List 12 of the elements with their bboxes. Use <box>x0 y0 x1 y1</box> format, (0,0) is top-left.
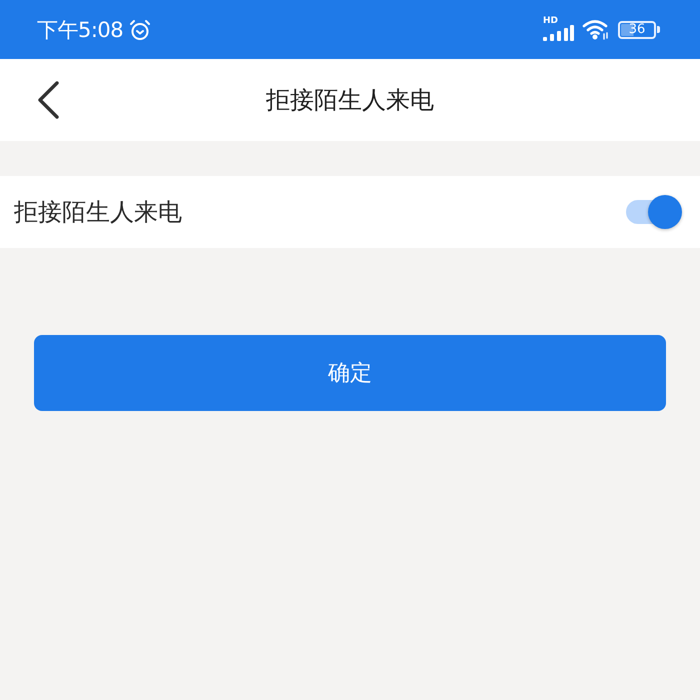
confirm-button[interactable]: 确定 <box>34 335 666 411</box>
network-type-label: HD <box>543 16 558 26</box>
setting-label: 拒接陌生人来电 <box>14 197 182 228</box>
back-button[interactable] <box>36 81 60 119</box>
wifi-icon <box>582 19 610 40</box>
toggle-switch[interactable] <box>626 195 682 229</box>
page-title: 拒接陌生人来电 <box>266 85 434 116</box>
battery-indicator: 36 <box>618 20 660 38</box>
signal-icon <box>542 24 574 40</box>
alarm-clock-icon <box>129 18 152 40</box>
back-chevron-icon <box>36 81 60 119</box>
status-time: 下午5:08 <box>37 16 124 44</box>
